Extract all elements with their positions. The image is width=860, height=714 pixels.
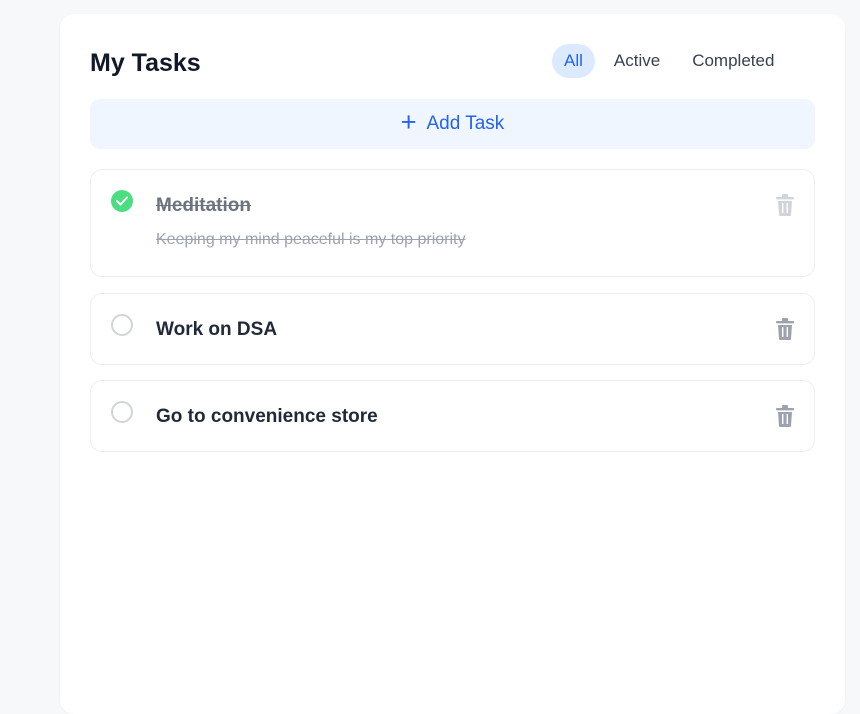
task-item: Work on DSA xyxy=(90,293,815,365)
tasks-card: My Tasks All Active Completed + Add Task… xyxy=(60,14,845,714)
task-checkbox[interactable] xyxy=(111,314,133,336)
task-title: Meditation xyxy=(156,195,251,216)
page-title: My Tasks xyxy=(90,49,201,77)
task-item: Meditation Keeping my mind peaceful is m… xyxy=(90,169,815,277)
add-task-button[interactable]: + Add Task xyxy=(90,99,815,149)
tab-all[interactable]: All xyxy=(552,44,595,78)
tab-completed[interactable]: Completed xyxy=(679,44,787,78)
add-task-label: Add Task xyxy=(426,113,505,134)
task-item: Go to convenience store xyxy=(90,380,815,452)
filter-tabs: All Active Completed xyxy=(552,44,787,78)
trash-icon[interactable] xyxy=(776,194,794,216)
task-title: Go to convenience store xyxy=(156,406,378,427)
completed-checkbox[interactable] xyxy=(111,190,133,212)
trash-icon[interactable] xyxy=(776,405,794,427)
tab-active[interactable]: Active xyxy=(601,44,673,78)
task-title: Work on DSA xyxy=(156,319,278,340)
checkmark-icon xyxy=(116,196,128,206)
trash-icon[interactable] xyxy=(776,318,794,340)
plus-icon: + xyxy=(400,107,417,137)
task-checkbox[interactable] xyxy=(111,401,133,423)
task-description: Keeping my mind peaceful is my top prior… xyxy=(156,231,466,248)
